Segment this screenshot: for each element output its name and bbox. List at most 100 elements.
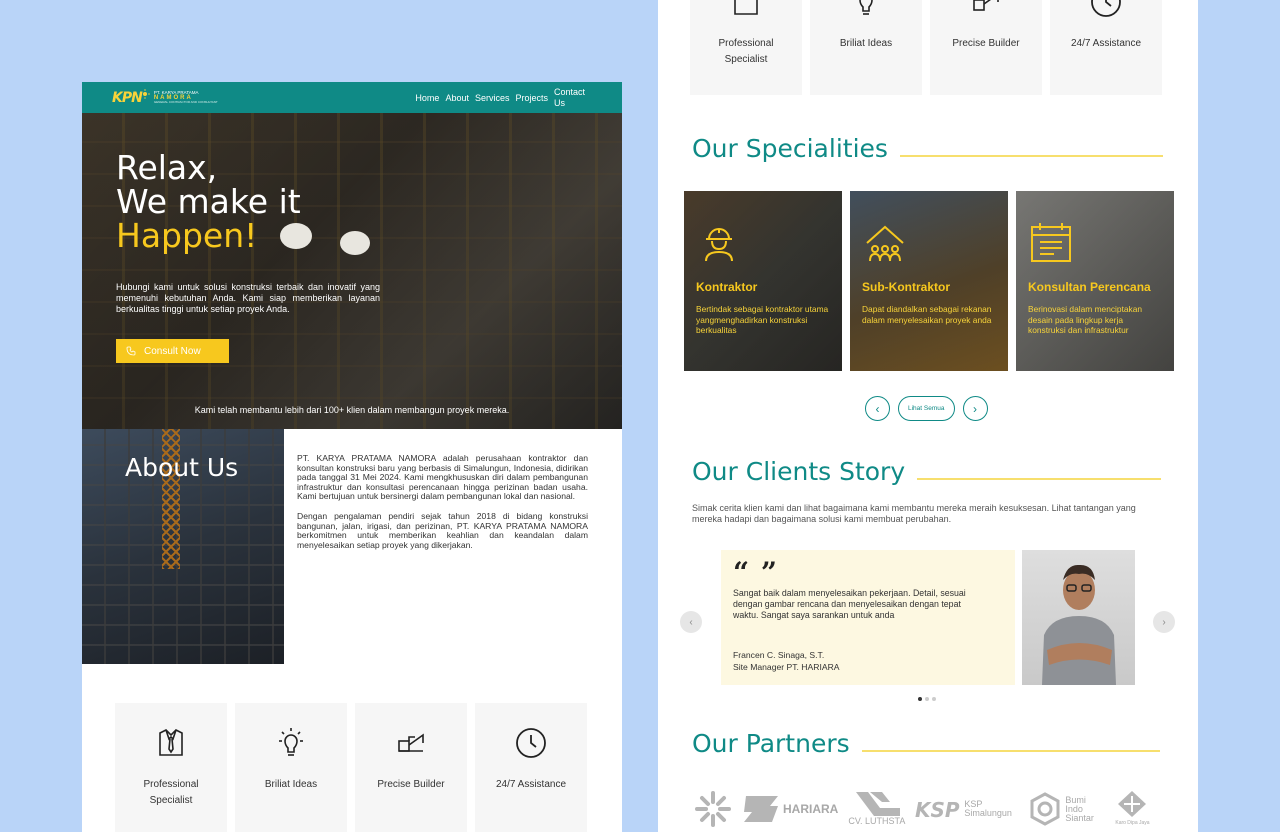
partner-logos: HARIARA CV. LUTHSTA KSP KSP Simalungun B… bbox=[694, 790, 1150, 828]
partner-logo: HARIARA bbox=[742, 794, 838, 824]
clock-icon bbox=[1091, 0, 1121, 17]
speciality-title: Kontraktor bbox=[696, 280, 758, 294]
features-row: Professional Specialist Briliat Ideas Pr… bbox=[690, 0, 1162, 95]
feature-label: Briliat Ideas bbox=[264, 779, 318, 790]
crane-icon bbox=[973, 0, 999, 11]
person-photo bbox=[1042, 564, 1116, 685]
see-all-button[interactable]: Lihat Semua bbox=[898, 396, 955, 421]
feature-label: Professional Specialist bbox=[718, 38, 774, 65]
testimonial-prev-button[interactable]: ‹ bbox=[680, 611, 702, 633]
feature-label: Briliat Ideas bbox=[839, 38, 893, 49]
partner-name: HARIARA bbox=[783, 802, 839, 816]
phone-icon bbox=[126, 346, 136, 356]
feature-card[interactable]: Briliat Ideas bbox=[810, 0, 922, 95]
testimonial-dots bbox=[918, 697, 936, 701]
nav-contact[interactable]: Contact Us bbox=[554, 87, 594, 109]
team-house-icon bbox=[866, 225, 904, 262]
hero-title-highlight: Happen! bbox=[116, 216, 258, 255]
about-section: About Us PT. KARYA PRATAMA NAMORA adalah… bbox=[82, 429, 622, 664]
worker-helmet-icon bbox=[705, 228, 733, 262]
speciality-card[interactable]: Kontraktor Bertindak sebagai kontraktor … bbox=[684, 191, 842, 371]
chevron-right-icon: › bbox=[973, 401, 977, 416]
partner-logo: Karo Dipa Jaya bbox=[1115, 790, 1150, 828]
sunburst-logo-icon bbox=[695, 791, 731, 827]
specialities-title: Our Specialities bbox=[692, 134, 888, 163]
navbar: KPN PT. KARYA PRATAMA NAMORA GENERAL CON… bbox=[82, 82, 622, 113]
clients-heading: Our Clients Story bbox=[692, 457, 1162, 486]
partner-name: Bumi Indo Siantar bbox=[1065, 794, 1094, 823]
logo-mark: KPN bbox=[112, 89, 143, 106]
ksp-logo-icon: KSP bbox=[915, 798, 960, 821]
testimonial-next-button[interactable]: › bbox=[1153, 611, 1175, 633]
hero-description: Hubungi kami untuk solusi konstruksi ter… bbox=[116, 282, 380, 314]
testimonial-role: Site Manager PT. HARIARA bbox=[733, 662, 840, 672]
feature-label: 24/7 Assistance bbox=[495, 779, 567, 790]
testimonial-name: Francen C. Sinaga, S.T. bbox=[733, 650, 825, 660]
feature-card[interactable]: Professional Specialist bbox=[690, 0, 802, 95]
specialities-controls: ‹ Lihat Semua › bbox=[865, 396, 988, 421]
logo-line-3: GENERAL CONTRACTOR AND CONSULTANT bbox=[153, 100, 218, 105]
suit-tie-icon bbox=[734, 0, 758, 15]
hero-title: Relax, We make it Happen! bbox=[116, 151, 301, 253]
hexagon-logo-icon bbox=[1030, 792, 1060, 826]
speciality-card[interactable]: Sub-Kontraktor Dapat diandalkan sebagai … bbox=[850, 191, 1008, 371]
partner-logo: Bumi Indo Siantar bbox=[1028, 792, 1105, 826]
slide-dot[interactable] bbox=[925, 697, 929, 701]
specialities-cards: Kontraktor Bertindak sebagai kontraktor … bbox=[684, 191, 1174, 371]
heading-underline bbox=[917, 477, 1162, 480]
company-logo[interactable]: KPN PT. KARYA PRATAMA NAMORA GENERAL CON… bbox=[112, 88, 218, 106]
feature-card[interactable]: Precise Builder bbox=[355, 703, 467, 832]
lightbulb-icon bbox=[859, 0, 873, 15]
feature-card[interactable]: 24/7 Assistance bbox=[1050, 0, 1162, 95]
lightbulb-icon bbox=[279, 728, 303, 756]
partner-name: KSP Simalungun bbox=[964, 799, 1012, 818]
speciality-text: Bertindak sebagai kontraktor utama yangm… bbox=[696, 304, 829, 335]
about-text: PT. KARYA PRATAMA NAMORA adalah perusaha… bbox=[284, 429, 622, 664]
nav-home[interactable]: Home bbox=[415, 93, 439, 103]
feature-card[interactable]: Briliat Ideas bbox=[235, 703, 347, 832]
prev-button[interactable]: ‹ bbox=[865, 396, 890, 421]
partner-name: CV. LUTHSTA bbox=[848, 816, 906, 826]
consult-now-button[interactable]: Consult Now bbox=[116, 339, 229, 363]
nav-about[interactable]: About bbox=[445, 93, 469, 103]
feature-label: Precise Builder bbox=[952, 38, 1020, 49]
svg-text:KSP: KSP bbox=[915, 798, 960, 821]
calendar-plan-icon bbox=[1031, 223, 1071, 262]
feature-card[interactable]: Precise Builder bbox=[930, 0, 1042, 95]
speciality-card[interactable]: Konsultan Perencana Berinovasi dalam men… bbox=[1016, 191, 1174, 371]
testimonial-quote: Sangat baik dalam menyelesaikan pekerjaa… bbox=[733, 588, 966, 620]
partners-heading: Our Partners bbox=[692, 729, 1160, 758]
about-image: About Us bbox=[82, 429, 284, 664]
suit-tie-icon bbox=[159, 729, 183, 756]
clients-description: Simak cerita klien kami dan lihat bagaim… bbox=[692, 503, 1136, 524]
feature-label: 24/7 Assistance bbox=[1070, 38, 1142, 49]
speciality-title: Sub-Kontraktor bbox=[862, 280, 950, 294]
heading-underline bbox=[861, 749, 1160, 752]
nav-services[interactable]: Services bbox=[475, 93, 510, 103]
clients-title: Our Clients Story bbox=[692, 457, 906, 486]
feature-card[interactable]: Professional Specialist bbox=[115, 703, 227, 832]
luthsta-logo-icon bbox=[855, 792, 900, 816]
partner-logo: KSP KSP Simalungun bbox=[915, 797, 1018, 821]
nav-projects[interactable]: Projects bbox=[515, 93, 548, 103]
sun-icon bbox=[139, 88, 150, 99]
hariara-logo-icon bbox=[744, 796, 778, 822]
slide-dot[interactable] bbox=[932, 697, 936, 701]
about-paragraph-1: PT. KARYA PRATAMA NAMORA adalah perusaha… bbox=[297, 453, 588, 502]
feature-label: Professional Specialist bbox=[143, 779, 199, 806]
about-paragraph-2: Dengan pengalaman pendiri sejak tahun 20… bbox=[297, 510, 588, 550]
crane-graphic bbox=[162, 429, 180, 569]
about-title: About Us bbox=[125, 453, 239, 482]
nav-links: Home About Services Projects Contact Us bbox=[415, 87, 594, 109]
clock-icon bbox=[516, 728, 546, 758]
feature-card[interactable]: 24/7 Assistance bbox=[475, 703, 587, 832]
feature-label: Precise Builder bbox=[377, 779, 445, 790]
next-button[interactable]: › bbox=[962, 396, 988, 421]
hero-section: Relax, We make it Happen! Hubungi kami u… bbox=[82, 113, 622, 429]
slide-dot[interactable] bbox=[918, 697, 922, 701]
landing-page-mockup-left: KPN PT. KARYA PRATAMA NAMORA GENERAL CON… bbox=[82, 82, 622, 832]
speciality-text: Dapat diandalkan sebagai rekanan dalam m… bbox=[862, 304, 992, 325]
hero-photo-helmet bbox=[340, 231, 370, 255]
quote-icon: “ ” bbox=[733, 556, 778, 589]
speciality-text: Berinovasi dalam menciptakan desain pada… bbox=[1028, 304, 1143, 335]
